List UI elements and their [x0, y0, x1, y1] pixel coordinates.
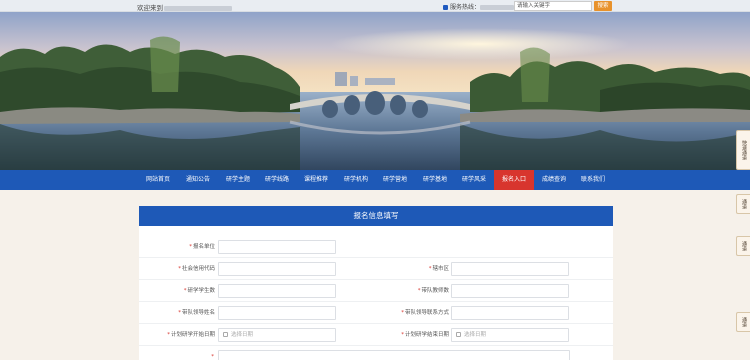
main-nav: 网站首页 通知公告 研学主题 研学线路 课程推荐 研学机构 研学营地 研学基地 … — [0, 170, 750, 190]
leader-name-input[interactable] — [218, 306, 336, 320]
nav-item-camps[interactable]: 研学营地 — [376, 170, 414, 190]
top-bar: 欢迎来到 服务热线： 请输入关键字 搜索 — [0, 0, 750, 12]
side-tab-quick-channel[interactable]: 快速通道 — [736, 130, 750, 170]
students-input[interactable] — [218, 284, 336, 298]
field-label: *带队教师数 — [417, 288, 449, 294]
field-label: *报名单位 — [189, 244, 215, 250]
field-label: * — [211, 354, 214, 360]
field-label: *研学学生数 — [183, 288, 215, 294]
nav-item-home[interactable]: 网站首页 — [139, 170, 177, 190]
form-row: *研学学生数 *带队教师数 — [139, 280, 613, 302]
form-title: 报名信息填写 — [139, 206, 613, 226]
nav-item-gallery[interactable]: 研学风采 — [455, 170, 493, 190]
field-label: *计划研学开始日期 — [167, 332, 215, 338]
form-row: *社会信用代码 *辖市区 — [139, 258, 613, 280]
side-tab-channel-2[interactable]: 通道 — [736, 236, 750, 256]
nav-item-courses[interactable]: 课程推荐 — [297, 170, 335, 190]
form-row: *计划研学开始日期 选择日期 *计划研学结束日期 选择日期 — [139, 324, 613, 346]
field-label: *辖市区 — [428, 266, 449, 272]
side-tab-channel-1[interactable]: 通道 — [736, 194, 750, 214]
phone-icon — [443, 5, 448, 10]
nav-item-themes[interactable]: 研学主题 — [219, 170, 257, 190]
field-label: *计划研学结束日期 — [401, 332, 449, 338]
field-label: *社会信用代码 — [178, 266, 215, 272]
search-input[interactable]: 请输入关键字 — [514, 1, 592, 11]
end-date-picker[interactable]: 选择日期 — [451, 328, 569, 342]
teachers-input[interactable] — [451, 284, 569, 298]
nav-item-registration[interactable]: 报名入口 — [494, 170, 534, 190]
nav-item-bases[interactable]: 研学基地 — [416, 170, 454, 190]
registration-form: *报名单位 *社会信用代码 *辖市区 *研学学生数 *带队教师数 *带队领导姓名… — [139, 226, 613, 360]
field-label: *带队领导姓名 — [178, 310, 215, 316]
unit-input[interactable] — [218, 240, 336, 254]
nav-item-institutions[interactable]: 研学机构 — [337, 170, 375, 190]
field-label: *带队领导联系方式 — [401, 310, 449, 316]
credit-code-input[interactable] — [218, 262, 336, 276]
calendar-icon — [456, 332, 461, 337]
redacted-phone-number — [480, 5, 515, 10]
form-row: * — [139, 346, 613, 360]
region-select[interactable] — [451, 262, 569, 276]
nav-item-contact[interactable]: 联系我们 — [574, 170, 612, 190]
nav-item-score-query[interactable]: 成绩查询 — [535, 170, 573, 190]
hero-banner-image — [0, 12, 750, 170]
nav-item-routes[interactable]: 研学线路 — [258, 170, 296, 190]
form-row: *报名单位 — [139, 236, 613, 258]
nav-item-notices[interactable]: 通知公告 — [179, 170, 217, 190]
calendar-icon — [223, 332, 228, 337]
partial-input[interactable] — [218, 350, 570, 360]
lake-bridge-scene — [0, 12, 750, 170]
form-row: *带队领导姓名 *带队领导联系方式 — [139, 302, 613, 324]
hotline: 服务热线： — [443, 2, 515, 11]
search-button[interactable]: 搜索 — [594, 1, 612, 11]
start-date-picker[interactable]: 选择日期 — [218, 328, 336, 342]
welcome-text: 欢迎来到 — [137, 2, 232, 12]
side-tab-channel-3[interactable]: 通道 — [736, 312, 750, 332]
redacted-site-name — [164, 5, 232, 11]
leader-contact-input[interactable] — [451, 306, 569, 320]
